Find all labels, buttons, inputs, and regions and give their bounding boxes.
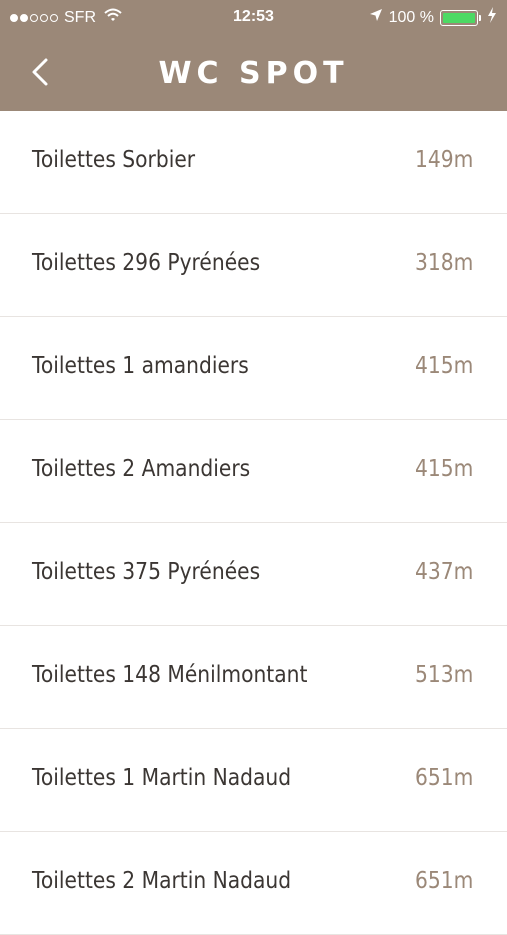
toilet-distance: 415m (414, 456, 473, 482)
toilet-name: Toilettes 296 Pyrénées (32, 250, 261, 276)
list-item[interactable]: Toilettes Sorbier 149m (0, 111, 507, 214)
navigation-bar: WC SPOT (0, 34, 507, 111)
toilet-name: Toilettes 2 Martin Nadaud (32, 868, 292, 894)
toilet-distance: 651m (414, 765, 473, 791)
toilet-name: Toilettes 375 Pyrénées (32, 559, 261, 585)
toilet-name: Toilettes 1 Martin Nadaud (32, 765, 292, 791)
list-item[interactable]: Toilettes 375 Pyrénées 437m (0, 523, 507, 626)
list-item[interactable]: Toilettes 1 amandiers 415m (0, 317, 507, 420)
page-title: WC SPOT (158, 56, 349, 91)
battery-percent: 100 % (388, 8, 434, 26)
list-item[interactable]: Toilettes 296 Pyrénées 318m (0, 214, 507, 317)
list-item[interactable]: Toilettes 2 Martin Nadaud 651m (0, 832, 507, 935)
toilet-name: Toilettes Sorbier (32, 147, 196, 173)
toilet-distance: 149m (414, 147, 473, 173)
toilet-distance: 437m (414, 559, 473, 585)
charging-icon (487, 7, 497, 28)
top-bar: SFR 12:53 100 % WC SPOT (0, 0, 507, 111)
toilet-name: Toilettes 1 amandiers (32, 353, 249, 379)
toilet-distance: 651m (414, 868, 473, 894)
toilet-name: Toilettes 148 Ménilmontant (32, 662, 308, 688)
status-bar: SFR 12:53 100 % (0, 0, 507, 34)
battery-tip (479, 14, 481, 21)
battery-icon (440, 9, 478, 26)
toilet-distance: 415m (414, 353, 473, 379)
list-item[interactable]: Toilettes 1 Martin Nadaud 651m (0, 729, 507, 832)
battery-level-fill (443, 12, 475, 23)
list-item[interactable]: Toilettes 2 Amandiers 415m (0, 420, 507, 523)
toilet-name: Toilettes 2 Amandiers (32, 456, 251, 482)
location-arrow-icon (369, 8, 383, 27)
list-item[interactable]: Toilettes 148 Ménilmontant 513m (0, 626, 507, 729)
toilet-distance: 513m (414, 662, 473, 688)
toilet-distance: 318m (414, 250, 473, 276)
toilet-list: Toilettes Sorbier 149m Toilettes 296 Pyrén… (0, 111, 507, 935)
status-right: 100 % (369, 7, 497, 28)
